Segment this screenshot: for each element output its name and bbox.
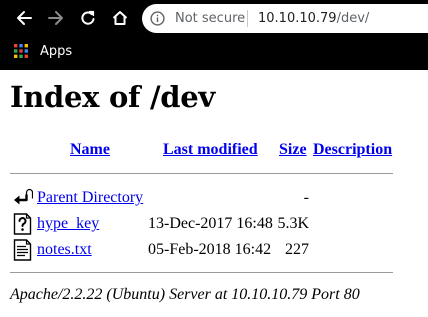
browser-toolbar: Not secure 10.10.10.79/dev/ Apps xyxy=(0,0,428,70)
url-text[interactable]: 10.10.10.79/dev/ xyxy=(258,11,369,26)
address-divider xyxy=(247,10,248,27)
bookmarks-bar: Apps xyxy=(0,36,428,66)
divider-bottom xyxy=(10,272,393,273)
last-modified: 13-Dec-2017 16:48 xyxy=(148,215,273,232)
last-modified: 05-Feb-2018 16:42 xyxy=(148,241,272,258)
file-size: 227 xyxy=(285,241,309,258)
divider-top xyxy=(10,173,393,174)
arrow-left-icon xyxy=(17,11,32,25)
unknown-file-icon xyxy=(13,213,32,235)
column-header-size[interactable]: Size xyxy=(279,141,307,159)
column-header-description[interactable]: Description xyxy=(313,141,392,159)
home-icon xyxy=(112,11,128,25)
home-button[interactable] xyxy=(108,6,132,30)
back-button[interactable] xyxy=(12,6,36,30)
table-row: hype_key 13-Dec-2017 16:48 5.3K xyxy=(0,213,428,235)
forward-button[interactable] xyxy=(44,6,68,30)
file-link-parent-directory[interactable]: Parent Directory xyxy=(37,189,143,207)
file-size: 5.3K xyxy=(277,215,309,232)
reload-button[interactable] xyxy=(76,6,100,30)
file-size: - xyxy=(303,189,309,206)
arrow-right-icon xyxy=(48,11,63,25)
column-header-last-modified[interactable]: Last modified xyxy=(163,141,258,159)
text-file-icon xyxy=(13,239,32,261)
page-title: Index of /dev xyxy=(10,80,215,114)
reload-icon xyxy=(81,10,95,25)
url-path: /dev/ xyxy=(336,11,370,26)
server-signature: Apache/2.2.22 (Ubuntu) Server at 10.10.1… xyxy=(10,286,360,303)
info-icon[interactable] xyxy=(150,11,165,26)
back-folder-icon xyxy=(14,188,33,205)
table-row: Parent Directory - xyxy=(0,187,428,209)
apps-bookmark[interactable]: Apps xyxy=(14,42,72,60)
column-header-name[interactable]: Name xyxy=(70,141,110,159)
apps-grid-icon xyxy=(14,44,28,58)
file-link-hype-key[interactable]: hype_key xyxy=(37,215,99,233)
apps-label: Apps xyxy=(40,43,73,59)
security-label[interactable]: Not secure xyxy=(175,11,245,26)
page-content: Index of /dev Name Last modified Size De… xyxy=(0,70,428,317)
file-link-notes-txt[interactable]: notes.txt xyxy=(37,241,92,259)
table-row: notes.txt 05-Feb-2018 16:42 227 xyxy=(0,239,428,261)
url-host: 10.10.10.79 xyxy=(258,11,337,26)
address-bar[interactable]: Not secure 10.10.10.79/dev/ xyxy=(142,4,428,33)
